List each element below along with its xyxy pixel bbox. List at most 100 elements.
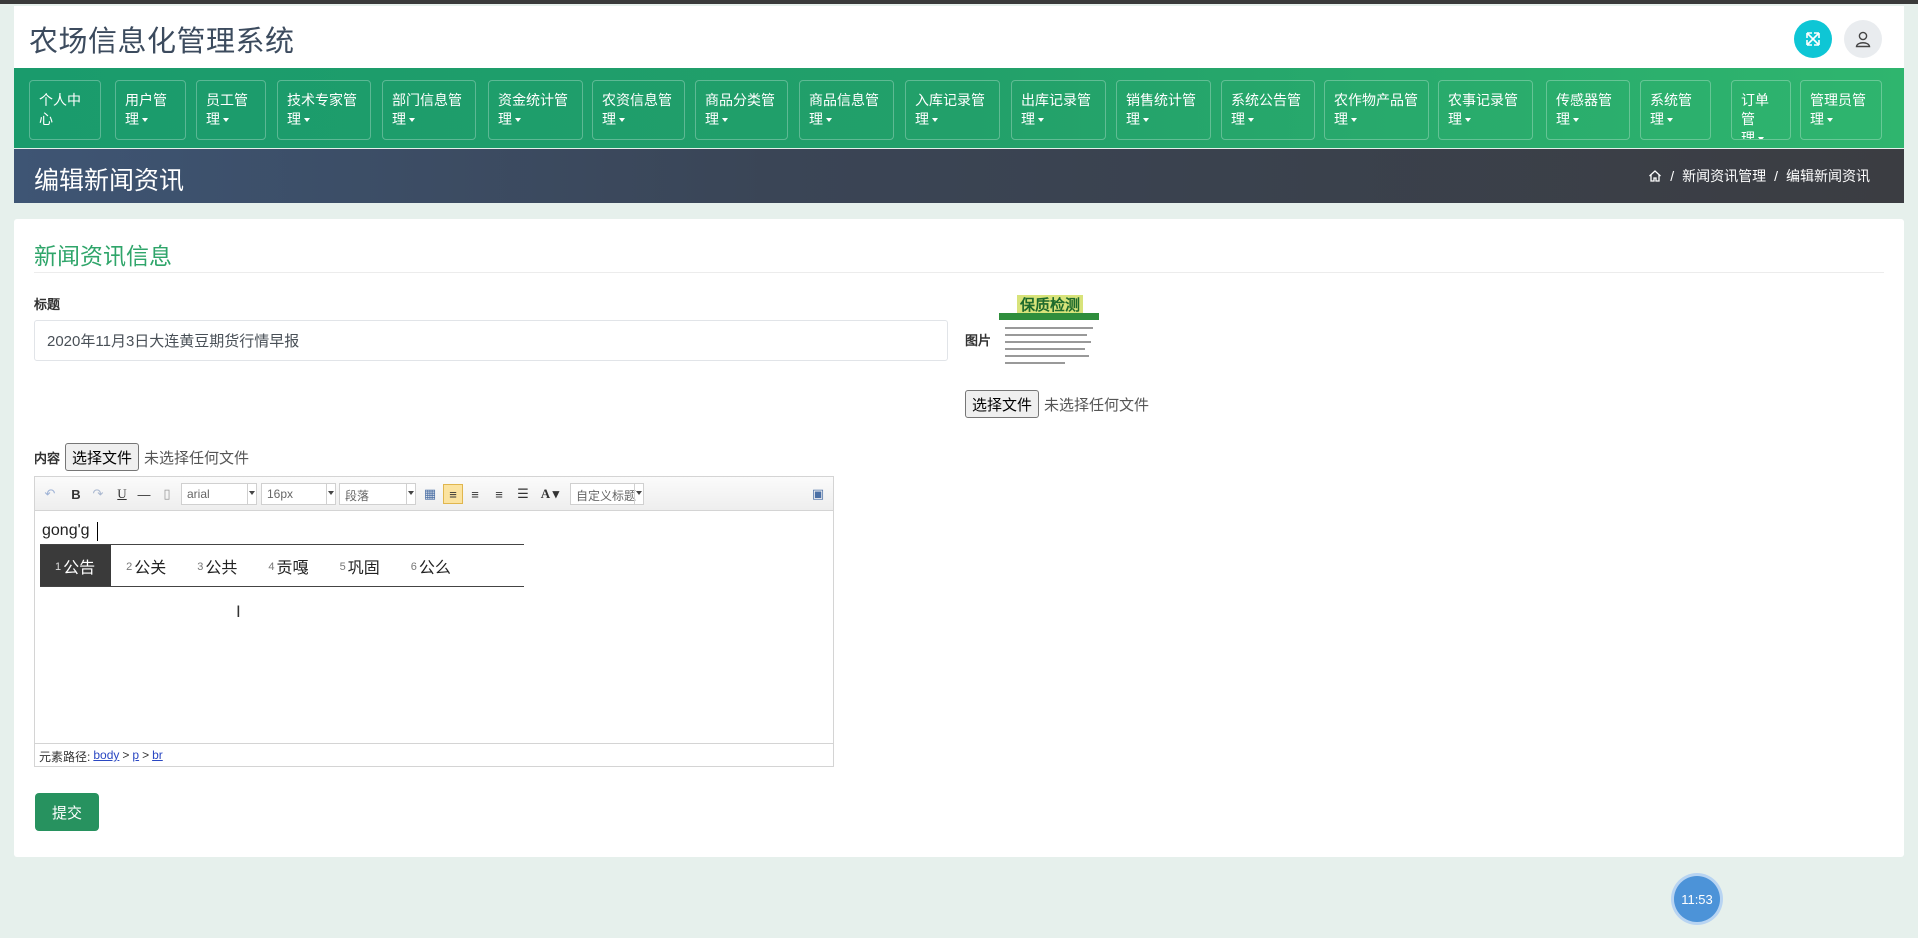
nav-item-13[interactable]: 农作物产品管理 bbox=[1324, 80, 1429, 140]
ime-candidate[interactable]: 2 公关 bbox=[111, 545, 182, 586]
paragraph-select[interactable]: 段落 bbox=[339, 483, 416, 505]
ime-candidate[interactable]: 3 公共 bbox=[182, 545, 253, 586]
caret-down-icon bbox=[409, 118, 415, 123]
nav-item-label: 农资信息管 bbox=[602, 92, 672, 108]
font-family-value: arial bbox=[187, 487, 210, 501]
image-file-status: 未选择任何文件 bbox=[1044, 396, 1150, 414]
nav-item-label: 技术专家管 bbox=[287, 92, 357, 108]
nav-item-label-line2: 理 bbox=[1231, 110, 1306, 129]
table-icon[interactable]: ▦ bbox=[422, 484, 438, 504]
ime-candidate[interactable]: 1 公告 bbox=[40, 545, 112, 586]
font-size-select[interactable]: 16px bbox=[261, 483, 336, 505]
ime-candidate-text: 公共 bbox=[205, 559, 238, 577]
caret-down-icon bbox=[932, 118, 938, 123]
nav-item-5[interactable]: 资金统计管理 bbox=[488, 80, 583, 140]
nav-item-label: 商品分类管 bbox=[705, 92, 775, 108]
ime-candidate-number: 6 bbox=[410, 561, 417, 573]
nav-item-1[interactable]: 用户管理 bbox=[115, 80, 186, 140]
nav-item-9[interactable]: 入库记录管理 bbox=[905, 80, 1000, 140]
home-icon[interactable] bbox=[1648, 169, 1662, 183]
nav-item-label-text: 理 bbox=[206, 111, 220, 127]
nav-item-10[interactable]: 出库记录管理 bbox=[1011, 80, 1106, 140]
nav-item-0[interactable]: 个人中心 bbox=[29, 80, 101, 140]
nav-item-label: 个人中 bbox=[39, 92, 81, 108]
page-icon[interactable]: ▯ bbox=[160, 484, 174, 504]
nav-item-label: 销售统计管 bbox=[1126, 92, 1196, 108]
nav-item-16[interactable]: 系统管理 bbox=[1640, 80, 1711, 140]
breadcrumb: / 新闻资讯管理 / 编辑新闻资讯 bbox=[1648, 166, 1870, 186]
nav-item-4[interactable]: 部门信息管理 bbox=[382, 80, 476, 140]
fullscreen-editor-icon[interactable]: ▣ bbox=[810, 484, 826, 504]
element-path-label: 元素路径: bbox=[39, 750, 91, 764]
content-choose-file-button[interactable]: 选择文件 bbox=[65, 443, 140, 471]
ime-candidate-text: 公告 bbox=[63, 559, 96, 577]
custom-title-select[interactable]: 自定义标题 bbox=[570, 483, 644, 505]
nav-item-label: 管理员管 bbox=[1810, 92, 1866, 108]
nav-item-label-text: 理 bbox=[392, 111, 406, 127]
align-center-icon[interactable]: ≡ bbox=[491, 484, 507, 504]
nav-item-11[interactable]: 销售统计管理 bbox=[1116, 80, 1211, 140]
ime-candidate-number: 4 bbox=[268, 561, 275, 573]
nav-item-label-line2: 理 bbox=[498, 110, 574, 129]
title-input[interactable] bbox=[34, 320, 948, 361]
ime-candidate[interactable]: 6 公么 bbox=[396, 545, 467, 586]
caret-down-icon bbox=[142, 118, 148, 123]
caret-down-icon bbox=[1667, 118, 1673, 123]
fullscreen-button[interactable] bbox=[1794, 20, 1832, 58]
font-family-select[interactable]: arial bbox=[181, 483, 257, 505]
path-p[interactable]: p bbox=[132, 748, 139, 762]
nav-item-2[interactable]: 员工管理 bbox=[196, 80, 266, 140]
nav-item-12[interactable]: 系统公告管理 bbox=[1221, 80, 1315, 140]
ime-candidate-number: 3 bbox=[197, 561, 204, 573]
nav-item-label: 传感器管 bbox=[1556, 92, 1612, 108]
justify-icon[interactable]: ☰ bbox=[515, 484, 531, 504]
app-header: 农场信息化管理系统 bbox=[14, 6, 1904, 68]
path-body[interactable]: body bbox=[93, 748, 119, 762]
nav-item-8[interactable]: 商品信息管理 bbox=[799, 80, 894, 140]
undo-icon[interactable]: ↶ bbox=[41, 484, 59, 504]
expand-icon bbox=[1806, 32, 1820, 46]
nav-item-label-line2: 理 bbox=[1741, 129, 1782, 139]
path-br[interactable]: br bbox=[152, 748, 163, 762]
ime-candidate[interactable]: 5 巩固 bbox=[325, 545, 396, 586]
font-size-value: 16px bbox=[267, 487, 294, 501]
nav-item-label-line2: 理 bbox=[125, 110, 177, 129]
breadcrumb-news-management[interactable]: 新闻资讯管理 bbox=[1682, 166, 1766, 186]
ime-candidate-number: 5 bbox=[339, 561, 346, 573]
caret-down-icon bbox=[1248, 118, 1254, 123]
horizontal-rule-icon[interactable]: — bbox=[136, 484, 152, 504]
nav-item-6[interactable]: 农资信息管理 bbox=[592, 80, 685, 140]
underline-icon[interactable]: U bbox=[115, 484, 129, 504]
font-color-icon[interactable]: A ▾ bbox=[538, 484, 562, 504]
nav-item-label-line2: 理 bbox=[392, 110, 467, 129]
redo-icon[interactable]: ↷ bbox=[89, 484, 107, 504]
ime-candidate[interactable]: 4 贡嘎 bbox=[253, 545, 324, 586]
nav-item-label: 系统管 bbox=[1650, 92, 1692, 108]
caret-down-icon bbox=[826, 118, 832, 123]
nav-item-label-text: 理 bbox=[498, 111, 512, 127]
content-file-status: 未选择任何文件 bbox=[144, 449, 250, 467]
nav-item-15[interactable]: 传感器管理 bbox=[1546, 80, 1630, 140]
nav-item-18[interactable]: 管理员管理 bbox=[1800, 80, 1882, 140]
nav-item-label-line2: 理 bbox=[1556, 110, 1621, 129]
nav-item-label-text: 理 bbox=[1021, 111, 1035, 127]
floating-clock: 11:53 bbox=[1674, 876, 1720, 922]
editor-content-area[interactable]: gong'g 1 公告 2 公关 3 公共 4 贡嘎 5 巩固 6 公么 I bbox=[35, 512, 833, 743]
nav-item-17[interactable]: 订单管理 bbox=[1731, 80, 1791, 140]
window-top-border bbox=[0, 0, 1918, 4]
user-menu-button[interactable] bbox=[1844, 20, 1882, 58]
bold-icon[interactable]: B bbox=[68, 484, 84, 504]
align-right-icon[interactable]: ≡ bbox=[467, 484, 483, 504]
nav-item-label: 农事记录管 bbox=[1448, 92, 1518, 108]
custom-title-value: 自定义标题 bbox=[576, 489, 637, 503]
submit-button[interactable]: 提交 bbox=[35, 793, 99, 831]
ime-candidate-text: 公关 bbox=[134, 559, 167, 577]
nav-item-7[interactable]: 商品分类管理 bbox=[695, 80, 788, 140]
nav-item-14[interactable]: 农事记录管理 bbox=[1438, 80, 1533, 140]
image-choose-file-button[interactable]: 选择文件 bbox=[965, 390, 1040, 418]
align-left-icon[interactable]: ≡ bbox=[443, 484, 463, 504]
nav-item-3[interactable]: 技术专家管理 bbox=[277, 80, 371, 140]
element-path-bar: 元素路径: body > p > br bbox=[35, 743, 833, 766]
paragraph-value: 段落 bbox=[345, 489, 370, 503]
nav-item-label: 资金统计管 bbox=[498, 92, 568, 108]
